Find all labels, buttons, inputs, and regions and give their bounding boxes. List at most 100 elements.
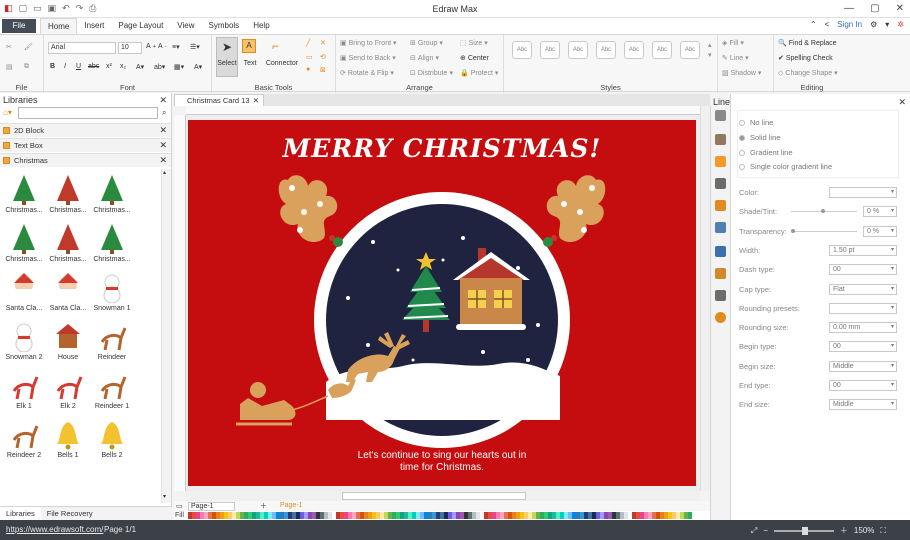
copy-icon[interactable]: ⧉ bbox=[24, 63, 29, 71]
property-control[interactable]: 00 ▾ bbox=[829, 380, 897, 391]
font-name-select[interactable]: Arial bbox=[48, 42, 116, 54]
help-dropdown-icon[interactable]: ▾ bbox=[885, 20, 889, 29]
send-back-button[interactable]: ▣ Send to Back ▾ bbox=[340, 54, 396, 63]
select-tool-button[interactable]: ➤ bbox=[216, 37, 238, 77]
property-control[interactable]: 0.00 mm ▾ bbox=[829, 322, 897, 334]
library-item[interactable]: Christmas... bbox=[2, 222, 46, 263]
add-page-icon[interactable]: ＋ bbox=[260, 501, 267, 511]
text-tool-icon[interactable]: A bbox=[242, 39, 256, 53]
library-item[interactable]: Reindeer bbox=[90, 320, 134, 361]
christmas-card[interactable]: MERRY CHRISTMAS! Let's continue to sing … bbox=[188, 120, 696, 486]
property-slider[interactable] bbox=[791, 228, 857, 233]
line-shape-icon[interactable]: ╱ bbox=[306, 39, 310, 47]
library-item[interactable]: Christmas... bbox=[2, 173, 46, 214]
italic-icon[interactable]: I bbox=[64, 63, 66, 70]
shrink-font-icon[interactable]: A- bbox=[158, 43, 167, 50]
library-item[interactable]: Snowman 1 bbox=[90, 271, 134, 312]
website-link[interactable]: https://www.edrawsoft.com/ bbox=[6, 525, 103, 534]
library-item[interactable]: Bells 2 bbox=[90, 418, 134, 459]
category-close-icon[interactable]: ✕ bbox=[159, 124, 167, 137]
library-category-christmas[interactable]: Christmas ✕ bbox=[0, 153, 171, 167]
canvas-horizontal-scrollbar[interactable] bbox=[186, 491, 700, 501]
line-panel-icon[interactable] bbox=[715, 134, 726, 145]
align-icon[interactable]: ≡▾ bbox=[172, 43, 180, 51]
grow-font-icon[interactable]: A + bbox=[146, 43, 156, 50]
text-box-icon[interactable]: ▦▾ bbox=[174, 63, 184, 71]
document-tab[interactable]: Christmas Card 13 ✕ bbox=[174, 94, 264, 106]
library-item[interactable]: Christmas... bbox=[90, 222, 134, 263]
library-item[interactable]: Reindeer 2 bbox=[2, 418, 46, 459]
zoom-in-icon[interactable]: ＋ bbox=[840, 525, 848, 536]
current-page-label[interactable]: Page-1 bbox=[280, 502, 303, 509]
shadow-panel-icon[interactable] bbox=[715, 156, 726, 167]
zoom-slider[interactable] bbox=[773, 526, 834, 535]
cut-icon[interactable]: ✂ bbox=[6, 43, 12, 51]
style-preset-5[interactable]: Abc bbox=[624, 41, 644, 59]
group-button[interactable]: ⊞ Group ▾ bbox=[410, 39, 443, 48]
radio-gradient-line[interactable] bbox=[739, 150, 745, 156]
category-close-icon[interactable]: ✕ bbox=[159, 139, 167, 152]
styles-more-down-icon[interactable]: ▾ bbox=[708, 51, 712, 59]
center-button[interactable]: ⊕ Center bbox=[460, 54, 489, 63]
property-control[interactable]: Middle ▾ bbox=[829, 399, 897, 411]
library-scrollbar[interactable]: ▴ ▾ bbox=[161, 169, 171, 503]
style-preset-7[interactable]: Abc bbox=[680, 41, 700, 59]
text-tool-label[interactable]: Text bbox=[240, 60, 260, 67]
tab-help[interactable]: Help bbox=[246, 18, 276, 35]
highlight-icon[interactable]: ab▾ bbox=[154, 63, 165, 71]
library-item[interactable]: Elk 1 bbox=[2, 369, 46, 410]
share-icon[interactable]: < bbox=[825, 20, 830, 29]
hyperlink-panel-icon[interactable] bbox=[715, 246, 726, 257]
property-control[interactable]: ▾ bbox=[829, 302, 897, 314]
protect-button[interactable]: 🔒 Protect ▾ bbox=[460, 69, 498, 78]
data-panel-icon[interactable] bbox=[715, 222, 726, 233]
format-painter-icon[interactable]: 🖌 bbox=[24, 43, 33, 51]
superscript-icon[interactable]: x² bbox=[106, 63, 112, 70]
subscript-icon[interactable]: x₂ bbox=[120, 63, 126, 70]
library-item[interactable]: Christmas... bbox=[46, 173, 90, 214]
style-preset-1[interactable]: Abc bbox=[512, 41, 532, 59]
card-message[interactable]: Let's continue to sing our hearts out in… bbox=[188, 450, 696, 474]
strikethrough-icon[interactable]: abc bbox=[88, 63, 99, 70]
property-control[interactable]: 00 ▾ bbox=[829, 341, 897, 353]
rotate-flip-button[interactable]: ⟳ Rotate & Flip ▾ bbox=[340, 69, 394, 78]
tab-file-recovery[interactable]: File Recovery bbox=[41, 507, 99, 520]
image-panel-icon[interactable] bbox=[715, 178, 726, 189]
minimize-icon[interactable]: — bbox=[844, 3, 854, 14]
library-search-input[interactable] bbox=[18, 107, 158, 119]
tab-symbols[interactable]: Symbols bbox=[202, 18, 247, 35]
property-control[interactable]: 0 % ▾ bbox=[863, 206, 897, 218]
antler-right-icon[interactable] bbox=[543, 175, 606, 247]
style-preset-3[interactable]: Abc bbox=[568, 41, 588, 59]
underline-icon[interactable]: U bbox=[76, 63, 81, 70]
line-panel-close-icon[interactable]: ✕ bbox=[898, 97, 906, 108]
scroll-up-icon[interactable]: ▴ bbox=[163, 169, 166, 176]
library-category-2d-block[interactable]: 2D Block ✕ bbox=[0, 123, 171, 137]
scroll-down-icon[interactable]: ▾ bbox=[163, 493, 166, 500]
library-item[interactable]: Santa Cla... bbox=[2, 271, 46, 312]
font-size-select[interactable]: 10 bbox=[118, 42, 142, 54]
bullets-icon[interactable]: ☰▾ bbox=[190, 43, 200, 51]
change-shape-button[interactable]: ◇ Change Shape ▾ bbox=[778, 69, 838, 78]
connector-icon[interactable]: ⌐ bbox=[272, 39, 279, 53]
library-category-text-box[interactable]: Text Box ✕ bbox=[0, 138, 171, 152]
style-preset-2[interactable]: Abc bbox=[540, 41, 560, 59]
property-control[interactable]: 00 ▾ bbox=[829, 264, 897, 276]
library-item[interactable]: Christmas... bbox=[90, 173, 134, 214]
distribute-button[interactable]: ⊡ Distribute ▾ bbox=[410, 69, 453, 78]
help-panel-icon[interactable] bbox=[715, 312, 726, 323]
option-no-line[interactable]: No line bbox=[739, 118, 773, 127]
property-control[interactable]: 0 % ▾ bbox=[863, 225, 897, 237]
library-item[interactable]: Bells 1 bbox=[46, 418, 90, 459]
libraries-close-icon[interactable]: ✕ bbox=[159, 95, 167, 106]
library-item[interactable]: Elk 2 bbox=[46, 369, 90, 410]
style-preset-4[interactable]: Abc bbox=[596, 41, 616, 59]
radio-no-line[interactable] bbox=[739, 120, 745, 126]
property-control[interactable]: Flat ▾ bbox=[829, 283, 897, 295]
library-item[interactable]: House bbox=[46, 320, 90, 361]
cross-shape-icon[interactable]: ✕ bbox=[320, 39, 326, 47]
tab-page-layout[interactable]: Page Layout bbox=[111, 18, 170, 35]
bold-icon[interactable]: B bbox=[50, 63, 55, 70]
tab-libraries[interactable]: Libraries bbox=[0, 507, 41, 520]
text-style-icon[interactable]: A▾ bbox=[194, 63, 202, 71]
